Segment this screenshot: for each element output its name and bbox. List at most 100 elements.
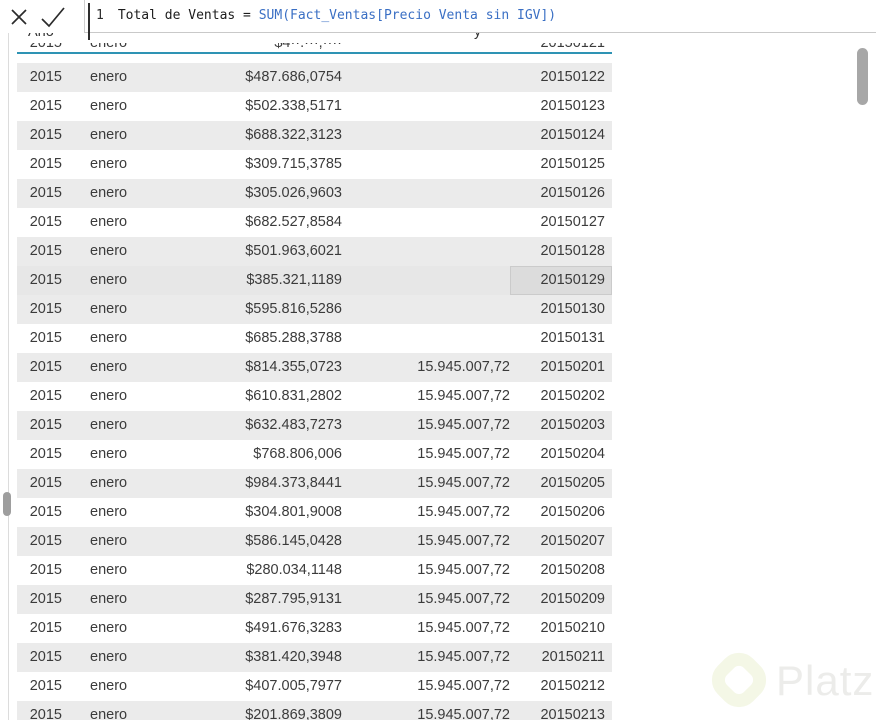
cell-unidades[interactable]: 15.945.007,72 (342, 672, 510, 701)
cell-unidades[interactable]: 15.945.007,72 (342, 585, 510, 614)
cell-unidades[interactable] (342, 237, 510, 266)
cell-fecha[interactable]: 20150208 (510, 556, 612, 585)
cell-venta[interactable]: $688.322,3123 (150, 121, 342, 150)
table-row[interactable]: 2015 enero $610.831,2802 15.945.007,72 2… (17, 382, 612, 411)
cell-fecha[interactable]: 20150122 (510, 63, 612, 92)
cell-venta[interactable]: $491.676,3283 (150, 614, 342, 643)
cell-fecha[interactable]: 20150210 (510, 614, 612, 643)
cell-unidades[interactable]: 15.945.007,72 (342, 701, 510, 720)
cell-fecha[interactable]: 20150130 (510, 295, 612, 324)
cell-unidades[interactable] (342, 92, 510, 121)
cell-venta[interactable]: $682.527,8584 (150, 208, 342, 237)
cell-ano[interactable]: 2015 (17, 150, 62, 179)
cell-unidades[interactable]: 15.945.007,72 (342, 469, 510, 498)
cell-unidades[interactable] (342, 150, 510, 179)
cell-unidades[interactable]: 15.945.007,72 (342, 353, 510, 382)
cell-ano[interactable]: 2015 (17, 43, 62, 52)
cell-unidades[interactable] (342, 179, 510, 208)
cell-venta[interactable]: $407.005,7977 (150, 672, 342, 701)
cell-ano[interactable]: 2015 (17, 469, 62, 498)
cell-mes[interactable]: enero (90, 179, 150, 208)
table-row[interactable]: 2015 enero $487.686,0754 20150122 (17, 63, 612, 92)
cell-unidades[interactable] (342, 208, 510, 237)
cell-unidades[interactable]: 15.945.007,72 (342, 556, 510, 585)
cell-venta[interactable]: $685.288,3788 (150, 324, 342, 353)
cell-ano[interactable]: 2015 (17, 92, 62, 121)
cell-mes[interactable]: enero (90, 266, 150, 295)
cell-fecha[interactable]: 20150213 (510, 701, 612, 720)
table-row[interactable]: 2015 enero $385.321,1189 20150129 (17, 266, 612, 295)
cell-mes[interactable]: enero (90, 498, 150, 527)
cell-venta[interactable]: $595.816,5286 (150, 295, 342, 324)
cell-ano[interactable]: 2015 (17, 353, 62, 382)
cell-ano[interactable]: 2015 (17, 585, 62, 614)
cell-unidades[interactable] (342, 266, 510, 295)
cell-mes[interactable]: enero (90, 527, 150, 556)
table-row[interactable]: 2015 enero $586.145,0428 15.945.007,72 2… (17, 527, 612, 556)
cell-unidades[interactable] (342, 43, 510, 52)
cell-mes[interactable]: enero (90, 121, 150, 150)
cell-venta[interactable]: $201.869,3809 (150, 701, 342, 720)
table-row[interactable]: 2015 enero $491.676,3283 15.945.007,72 2… (17, 614, 612, 643)
cell-unidades[interactable] (342, 324, 510, 353)
cell-venta[interactable]: $287.795,9131 (150, 585, 342, 614)
cell-mes[interactable]: enero (90, 150, 150, 179)
cell-unidades[interactable]: 15.945.007,72 (342, 382, 510, 411)
cell-unidades[interactable] (342, 121, 510, 150)
cell-ano[interactable]: 2015 (17, 498, 62, 527)
cell-mes[interactable]: enero (90, 440, 150, 469)
dax-formula-bar[interactable]: 1 Total de Ventas = SUM(Fact_Ventas[Preci… (0, 0, 876, 33)
cell-venta[interactable]: $305.026,9603 (150, 179, 342, 208)
cell-venta[interactable]: $610.831,2802 (150, 382, 342, 411)
cell-mes[interactable]: enero (90, 63, 150, 92)
cell-venta[interactable]: $984.373,8441 (150, 469, 342, 498)
cell-fecha[interactable]: 20150204 (510, 440, 612, 469)
cell-ano[interactable]: 2015 (17, 266, 62, 295)
table-row[interactable]: 2015 enero $381.420,3948 15.945.007,72 2… (17, 643, 612, 672)
cell-fecha[interactable]: 20150201 (510, 353, 612, 382)
cell-mes[interactable]: enero (90, 324, 150, 353)
cell-fecha[interactable]: 20150131 (510, 324, 612, 353)
table-row[interactable]: 2015 enero $632.483,7273 15.945.007,72 2… (17, 411, 612, 440)
cell-mes[interactable]: enero (90, 411, 150, 440)
cell-unidades[interactable]: 15.945.007,72 (342, 498, 510, 527)
cell-fecha[interactable]: 20150205 (510, 469, 612, 498)
cell-fecha[interactable]: 20150124 (510, 121, 612, 150)
cell-ano[interactable]: 2015 (17, 208, 62, 237)
cell-mes[interactable]: enero (90, 556, 150, 585)
cell-venta[interactable]: $768.806,006 (150, 440, 342, 469)
cell-unidades[interactable]: 15.945.007,72 (342, 614, 510, 643)
cell-mes[interactable]: enero (90, 353, 150, 382)
cell-mes[interactable]: enero (90, 295, 150, 324)
cell-ano[interactable]: 2015 (17, 556, 62, 585)
cell-fecha[interactable]: 20150128 (510, 237, 612, 266)
cell-mes[interactable]: enero (90, 643, 150, 672)
table-row[interactable]: 2015 enero $682.527,8584 20150127 (17, 208, 612, 237)
cell-ano[interactable]: 2015 (17, 324, 62, 353)
table-row[interactable]: 2015 enero $814.355,0723 15.945.007,72 2… (17, 353, 612, 382)
cell-mes[interactable]: enero (90, 237, 150, 266)
cell-fecha[interactable]: 20150207 (510, 527, 612, 556)
splitter-grip-handle[interactable] (3, 492, 11, 516)
cell-ano[interactable]: 2015 (17, 701, 62, 720)
column-header-ano[interactable]: Año (28, 33, 54, 40)
cell-ano[interactable]: 2015 (17, 121, 62, 150)
cell-mes[interactable]: enero (90, 43, 150, 52)
table-row[interactable]: 2015 enero $280.034,1148 15.945.007,72 2… (17, 556, 612, 585)
cell-venta[interactable]: $309.715,3785 (150, 150, 342, 179)
cell-fecha[interactable]: 20150129 (510, 266, 612, 295)
cell-fecha[interactable]: 20150206 (510, 498, 612, 527)
cell-ano[interactable]: 2015 (17, 672, 62, 701)
table-row[interactable]: 2015 enero $407.005,7977 15.945.007,72 2… (17, 672, 612, 701)
cell-venta[interactable]: $280.034,1148 (150, 556, 342, 585)
cell-fecha[interactable]: 20150125 (510, 150, 612, 179)
cell-unidades[interactable]: 15.945.007,72 (342, 643, 510, 672)
vertical-scrollbar-thumb[interactable] (857, 48, 868, 105)
table-header-row[interactable]: Año y (17, 33, 612, 43)
cell-unidades[interactable] (342, 63, 510, 92)
cell-fecha[interactable]: 20150212 (510, 672, 612, 701)
cell-fecha[interactable]: 20150126 (510, 179, 612, 208)
table-row[interactable]: 2015 enero $688.322,3123 20150124 (17, 121, 612, 150)
cell-ano[interactable]: 2015 (17, 382, 62, 411)
cell-ano[interactable]: 2015 (17, 643, 62, 672)
